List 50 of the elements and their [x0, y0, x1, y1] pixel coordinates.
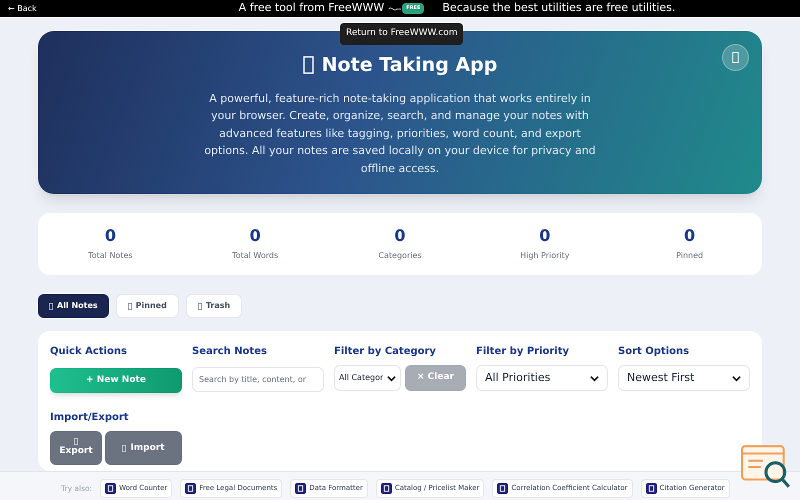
theme-toggle-button[interactable] [722, 44, 749, 71]
tool-icon [185, 483, 196, 494]
stat-value: 0 [394, 226, 406, 246]
tool-icon [646, 483, 657, 494]
glyph-box-icon [128, 302, 132, 310]
tab[interactable]: All Notes [38, 294, 109, 318]
glyph-box-icon [732, 52, 739, 63]
category-select[interactable]: All Categor [334, 365, 401, 391]
stat-label: High Priority [520, 250, 570, 262]
chevron-down-icon [732, 374, 741, 382]
export-button[interactable]: Export [50, 431, 102, 466]
search-window-icon [740, 445, 792, 489]
search-field[interactable]: Search by title, content, or [192, 367, 324, 392]
tool-icon [105, 483, 116, 494]
app-description: A powerful, feature-rich note-taking application that works entirely in your browser. Create, organize, search, and manage your notes with advanced features like tagging, priorities, word count, and export options. All your notes are saved locally on your device for privacy and offline access. [203, 90, 597, 176]
slogan: Because the best utilities are free utilities. [442, 0, 676, 16]
section-heading: Filter by Category [334, 345, 437, 359]
tooltip: Return to FreeWWW.com [340, 23, 464, 44]
stat-label: Pinned [676, 250, 704, 262]
section-heading: Search Notes [192, 345, 268, 359]
section-heading: Import/Export [50, 411, 130, 426]
stat-label: Total Notes [88, 250, 133, 262]
glyph-box-icon [122, 444, 126, 452]
stat-label: Categories [378, 250, 422, 262]
section-heading: Sort Options [618, 345, 690, 359]
section-heading: Filter by Priority [476, 345, 570, 359]
app-title-text: Note Taking App [322, 53, 498, 78]
tab[interactable]: Pinned [116, 294, 179, 318]
tool-icon [295, 483, 306, 494]
glyph-box-icon [198, 302, 202, 310]
stat-value: 0 [539, 226, 550, 246]
tagline: A free tool from FreeWWW [238, 0, 384, 16]
glyph-box-icon [302, 56, 314, 74]
sort-select[interactable]: Newest First [618, 365, 750, 391]
priority-select[interactable]: All Priorities [476, 365, 608, 391]
tool-icon [497, 483, 508, 494]
glyph-box-icon [74, 438, 78, 445]
back-link[interactable]: ← Back [8, 2, 37, 14]
glyph-box-icon [49, 302, 53, 310]
plug-icon [388, 4, 402, 12]
tool-icon [380, 483, 392, 494]
section-heading: Quick Actions [50, 345, 128, 359]
chevron-down-icon [590, 374, 599, 382]
stat-value: 0 [250, 226, 261, 246]
import-button[interactable]: Import [105, 431, 182, 466]
stat-label: Total Words [232, 250, 278, 262]
stat-value: 0 [684, 226, 696, 246]
stat-value: 0 [104, 226, 116, 246]
tab[interactable]: Trash [186, 294, 242, 318]
chevron-down-icon [387, 374, 396, 382]
